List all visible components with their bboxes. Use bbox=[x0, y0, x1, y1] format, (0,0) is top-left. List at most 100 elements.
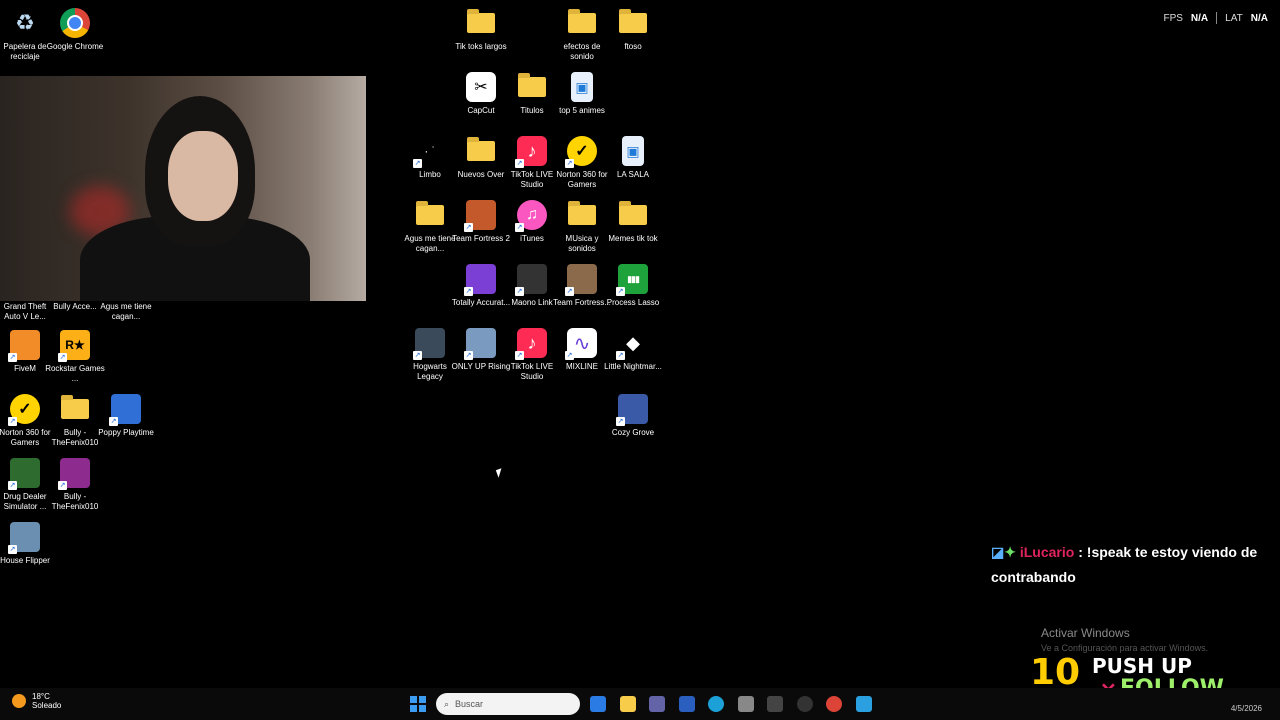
desktop-icon-label: Little Nightmar... bbox=[604, 362, 662, 371]
desktop-icon[interactable]: efectos de sonido bbox=[553, 8, 611, 62]
desktop-icon[interactable]: Agus me tiene cagan... bbox=[401, 200, 459, 254]
desktop-icon[interactable]: ▣ LA SALA bbox=[604, 136, 662, 180]
desktop-icon[interactable]: ↗ Bully - TheFenix010 bbox=[46, 458, 104, 512]
desktop-icon[interactable]: ↗ Hogwarts Legacy bbox=[401, 328, 459, 382]
desktop-icon-label: Cozy Grove bbox=[611, 428, 655, 437]
cozy-grove-icon: ↗ bbox=[616, 394, 648, 426]
chat-badge-icon: ◪ bbox=[991, 544, 1005, 560]
shortcut-arrow-icon: ↗ bbox=[413, 351, 422, 360]
hud-divider bbox=[1216, 12, 1218, 24]
tabs-icon: ↗ bbox=[464, 264, 496, 296]
shortcut-arrow-icon: ↗ bbox=[8, 417, 17, 426]
desktop-icon-label: top 5 animes bbox=[559, 106, 605, 115]
shortcut-arrow-icon: ↗ bbox=[413, 159, 422, 168]
little-nightmares-icon: ◆ ↗ bbox=[616, 332, 640, 360]
shortcut-arrow-icon: ↗ bbox=[109, 417, 118, 426]
file-explorer-icon[interactable] bbox=[619, 696, 636, 712]
taskbar-search[interactable]: ⌕ Buscar bbox=[436, 693, 580, 715]
folder-icon bbox=[517, 72, 547, 102]
obs-icon[interactable] bbox=[796, 696, 813, 712]
chat-username: iLucario bbox=[1019, 544, 1075, 560]
shortcut-arrow-icon: ↗ bbox=[515, 223, 524, 232]
capcut-icon: ✂ bbox=[466, 72, 496, 102]
desktop-icon-label: LA SALA bbox=[616, 170, 650, 179]
desktop-icon-label: Bully - TheFenix010 bbox=[51, 492, 99, 511]
desktop-icon[interactable]: R★ ↗ Rockstar Games ... bbox=[45, 330, 105, 384]
banner-number: 10 bbox=[1030, 652, 1081, 693]
image-file-icon: ▣ bbox=[622, 136, 644, 166]
shortcut-arrow-icon: ↗ bbox=[565, 351, 574, 360]
desktop-icon[interactable]: ▮▮▮ ↗ Process Lasso bbox=[604, 264, 662, 308]
settings-icon[interactable] bbox=[737, 696, 754, 712]
weather-widget[interactable]: 18°C Soleado bbox=[12, 692, 61, 710]
desktop-icon[interactable]: MUsica y sonidos bbox=[553, 200, 611, 254]
shortcut-arrow-icon: ↗ bbox=[8, 353, 17, 362]
shortcut-arrow-icon: ↗ bbox=[616, 351, 625, 360]
shortcut-arrow-icon: ↗ bbox=[616, 417, 625, 426]
chrome-icon bbox=[60, 8, 90, 38]
desktop-icon[interactable]: ✓ ↗ Norton 360 for Gamers bbox=[553, 136, 611, 190]
limbo-icon: · ˙ ↗ bbox=[413, 136, 445, 168]
start-button[interactable] bbox=[410, 696, 426, 712]
norton-icon: ✓ ↗ bbox=[565, 136, 597, 168]
shortcut-arrow-icon: ↗ bbox=[464, 351, 473, 360]
teams-icon[interactable] bbox=[649, 696, 665, 712]
edge-icon[interactable] bbox=[708, 696, 724, 712]
desktop-icon-label: Process Lasso bbox=[606, 298, 660, 307]
banner-line1: PUSH UP bbox=[1092, 654, 1192, 678]
chrome-icon[interactable] bbox=[826, 696, 842, 712]
shortcut-arrow-icon: ↗ bbox=[464, 287, 473, 296]
mail-icon[interactable] bbox=[678, 696, 695, 712]
desktop-icon[interactable]: ftoso bbox=[604, 8, 662, 52]
photos-icon[interactable] bbox=[855, 696, 872, 712]
folder-icon bbox=[567, 200, 597, 230]
folder-icon bbox=[466, 8, 496, 38]
shortcut-arrow-icon: ↗ bbox=[58, 481, 67, 490]
norton-icon: ✓ ↗ bbox=[8, 394, 40, 426]
drug-dealer-icon: ↗ bbox=[8, 458, 40, 490]
shortcut-arrow-icon: ↗ bbox=[515, 351, 524, 360]
chat-message: ◪✦ iLucario : !speak te estoy viendo de … bbox=[991, 540, 1271, 590]
desktop-icon[interactable]: ↗ House Flipper bbox=[0, 522, 54, 566]
sun-icon bbox=[12, 694, 26, 708]
tf2-icon: ↗ bbox=[565, 264, 597, 296]
desktop-icon[interactable]: ↗ Poppy Playtime bbox=[97, 394, 155, 438]
shortcut-arrow-icon: ↗ bbox=[565, 287, 574, 296]
folder-icon bbox=[60, 394, 90, 424]
desktop-icon[interactable]: Bully - TheFenix010 bbox=[46, 394, 104, 448]
fps-value: N/A bbox=[1190, 12, 1209, 24]
desktop-icon-label: Rockstar Games ... bbox=[45, 364, 105, 383]
process-lasso-icon: ▮▮▮ ↗ bbox=[616, 264, 648, 296]
desktop-icon[interactable]: Memes tik tok bbox=[604, 200, 662, 244]
shortcut-arrow-icon: ↗ bbox=[464, 223, 473, 232]
desktop-icon[interactable]: ▣ top 5 animes bbox=[553, 72, 611, 116]
desktop-icon-label: Poppy Playtime bbox=[98, 428, 154, 437]
maono-icon: ↗ bbox=[515, 264, 547, 296]
desktop-icon-label: ftoso bbox=[624, 42, 642, 51]
poppy-icon: ↗ bbox=[109, 394, 141, 426]
taskbar: 18°C Soleado ⌕ Buscar 4/5/2026 bbox=[0, 688, 1280, 720]
search-placeholder: Buscar bbox=[455, 699, 484, 709]
fps-label: FPS bbox=[1163, 12, 1183, 24]
folder-icon bbox=[466, 136, 496, 166]
folder-icon bbox=[415, 200, 445, 230]
terminal-icon[interactable] bbox=[767, 696, 783, 712]
taskbar-date: 4/5/2026 bbox=[1230, 704, 1262, 713]
image-file-icon: ▣ bbox=[571, 72, 593, 102]
desktop-icon[interactable]: Tik toks largos bbox=[452, 8, 510, 52]
lat-value: N/A bbox=[1250, 12, 1268, 24]
desktop-icon[interactable]: ↗ Cozy Grove bbox=[604, 394, 662, 438]
desktop-icon[interactable]: Google Chrome bbox=[46, 8, 104, 52]
weather-desc: Soleado bbox=[32, 701, 62, 710]
chat-separator: : bbox=[1078, 544, 1083, 560]
folder-icon bbox=[618, 200, 648, 230]
shortcut-arrow-icon: ↗ bbox=[8, 481, 17, 490]
shortcut-arrow-icon: ↗ bbox=[515, 159, 524, 168]
rockstar-icon: R★ ↗ bbox=[58, 330, 90, 362]
activate-windows-title: Activar Windows bbox=[1041, 626, 1130, 640]
shortcut-arrow-icon: ↗ bbox=[515, 287, 524, 296]
performance-overlay: FPS N/A LAT N/A bbox=[1163, 12, 1268, 24]
store-icon[interactable] bbox=[590, 696, 606, 712]
desktop-icon[interactable]: ◆ ↗ Little Nightmar... bbox=[604, 328, 662, 372]
shortcut-arrow-icon: ↗ bbox=[616, 287, 625, 296]
